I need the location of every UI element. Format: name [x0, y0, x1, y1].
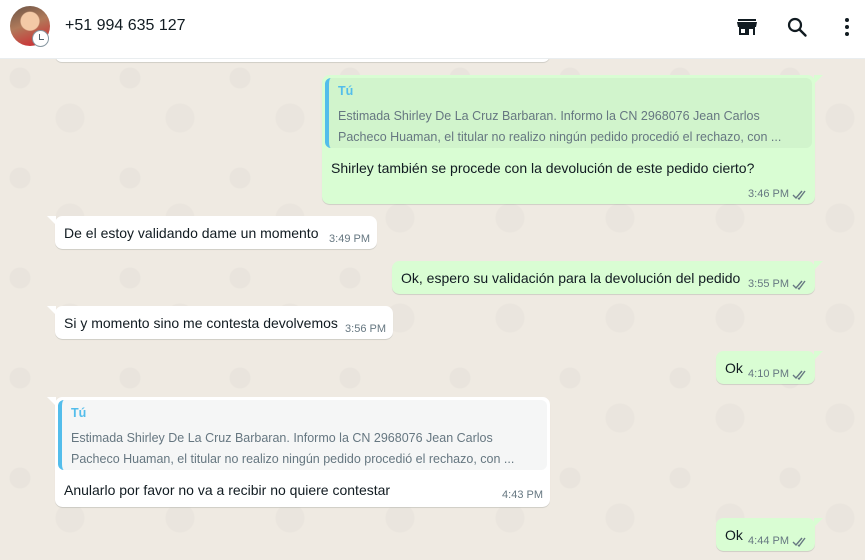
message-text: Ok, espero su validación para la devoluc… [401, 270, 741, 286]
message-bubble-outgoing[interactable]: Ok 4:10 PM [716, 351, 823, 384]
quote-author: Tú [71, 406, 87, 420]
message-meta: 3:49 PM [329, 233, 370, 245]
bubble-tail [814, 261, 823, 270]
message-text: Ok [725, 360, 743, 376]
read-ticks-icon [792, 190, 806, 200]
message-bubble-outgoing[interactable]: Tú Estimada Shirley De La Cruz Barbaran.… [322, 75, 823, 204]
quote-text-line: Pacheco Huaman, el titular no realizo ni… [71, 452, 515, 466]
message-bubble-incoming[interactable]: De el estoy validando dame un momento 3:… [47, 216, 377, 249]
message-time: 4:43 PM [502, 489, 543, 501]
store-icon[interactable] [735, 15, 759, 39]
message-bubble-incoming[interactable]: Si y momento sino me contesta devolvemos… [47, 306, 393, 339]
message-time: 3:46 PM [748, 188, 789, 200]
message-text: Anularlo por favor no va a recibir no qu… [64, 482, 391, 498]
message-bubble-outgoing[interactable]: Ok, espero su validación para la devoluc… [392, 261, 823, 294]
menu-icon[interactable] [835, 15, 859, 39]
message-text: De el estoy validando dame un momento [64, 225, 319, 241]
bubble-tail [814, 75, 823, 84]
message-meta: 4:10 PM [748, 368, 808, 380]
quoted-message[interactable]: Tú Estimada Shirley De La Cruz Barbaran.… [325, 78, 812, 148]
message-meta: 3:55 PM [748, 278, 808, 290]
message-time: 4:44 PM [748, 535, 789, 547]
bubble-tail [814, 518, 823, 527]
message-text: Shirley también se procede con la devolu… [331, 160, 755, 176]
message-bubble-outgoing[interactable]: Ok 4:44 PM [716, 518, 823, 551]
quote-author: Tú [338, 84, 354, 98]
message-time: 3:49 PM [329, 233, 370, 245]
message-meta: 4:44 PM [748, 535, 808, 547]
message-text: Ok [725, 527, 743, 543]
message-time: 3:55 PM [748, 278, 789, 290]
message-meta: 4:43 PM [502, 489, 543, 501]
message-meta: 3:46 PM [748, 188, 808, 200]
bubble-tail [47, 306, 56, 315]
message-time: 3:56 PM [345, 323, 386, 335]
read-ticks-icon [792, 370, 806, 380]
status-icon [32, 30, 49, 47]
bubble-tail [47, 216, 56, 225]
read-ticks-icon [792, 280, 806, 290]
bubble-tail [814, 351, 823, 360]
message-time: 4:10 PM [748, 368, 789, 380]
chat-header: +51 994 635 127 [0, 0, 865, 59]
message-bubble-incoming[interactable]: Tú Estimada Shirley De La Cruz Barbaran.… [47, 397, 550, 507]
quote-text-line: Estimada Shirley De La Cruz Barbaran. In… [338, 109, 760, 123]
read-ticks-icon [792, 537, 806, 547]
quoted-message[interactable]: Tú Estimada Shirley De La Cruz Barbaran.… [58, 400, 547, 470]
message-meta: 3:56 PM [345, 323, 386, 335]
contact-name[interactable]: +51 994 635 127 [65, 17, 186, 35]
message-text: Si y momento sino me contesta devolvemos [64, 315, 338, 331]
quote-text-line: Pacheco Huaman, el titular no realizo ni… [338, 130, 782, 144]
quote-text-line: Estimada Shirley De La Cruz Barbaran. In… [71, 431, 493, 445]
search-icon[interactable] [785, 15, 809, 39]
bubble-tail [47, 397, 56, 406]
